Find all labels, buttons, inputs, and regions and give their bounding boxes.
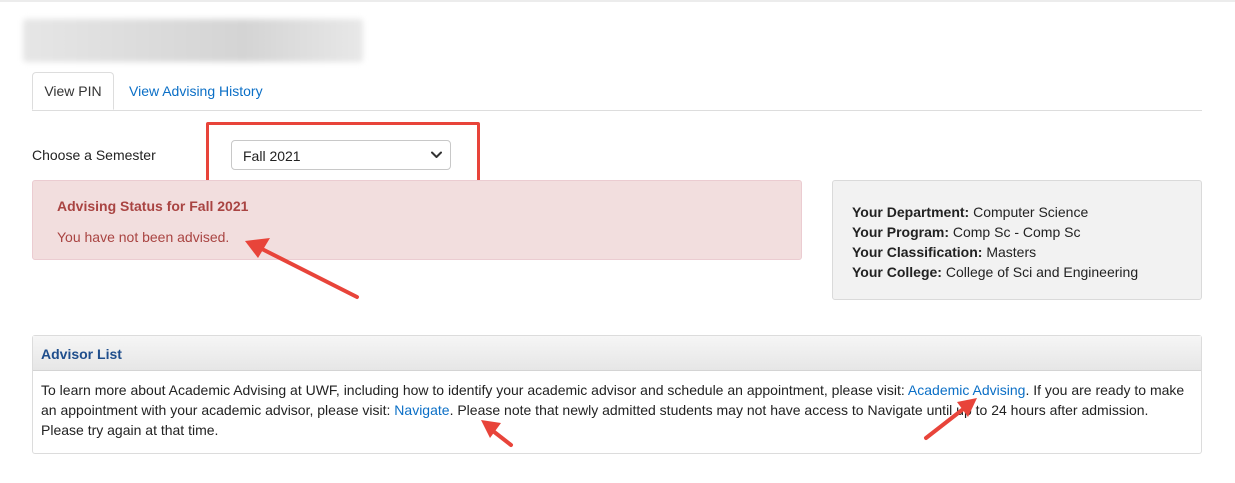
department-label: Your Department: [852, 204, 970, 220]
blurred-student-name [23, 19, 363, 62]
student-info-box: Your Department: Computer Science Your P… [832, 180, 1202, 300]
classification-label: Your Classification: [852, 244, 983, 260]
program-row: Your Program: Comp Sc - Comp Sc [852, 222, 1201, 242]
top-divider [0, 0, 1235, 2]
classification-value: Masters [986, 244, 1037, 260]
tab-view-pin[interactable]: View PIN [32, 72, 114, 110]
program-label: Your Program: [852, 224, 949, 240]
college-value: College of Sci and Engineering [945, 264, 1139, 280]
navigate-link[interactable]: Navigate [394, 402, 449, 418]
college-label: Your College: [852, 264, 942, 280]
annotation-highlight-box [206, 122, 480, 188]
advising-status-alert: Advising Status for Fall 2021 You have n… [32, 180, 802, 260]
advisor-list-text: To learn more about Academic Advising at… [41, 380, 1191, 440]
classification-row: Your Classification: Masters [852, 242, 1201, 262]
advisor-list-header: Advisor List [33, 336, 1201, 371]
department-row: Your Department: Computer Science [852, 202, 1201, 222]
advisor-list-panel: Advisor List To learn more about Academi… [32, 335, 1202, 454]
academic-advising-link[interactable]: Academic Advising [908, 382, 1026, 398]
semester-label: Choose a Semester [32, 147, 156, 163]
advisor-text-part1: To learn more about Academic Advising at… [41, 382, 908, 398]
department-value: Computer Science [973, 204, 1089, 220]
alert-title: Advising Status for Fall 2021 [57, 198, 249, 214]
tab-view-advising-history[interactable]: View Advising History [129, 72, 263, 110]
tab-bar: View PIN View Advising History [32, 72, 1202, 111]
alert-message: You have not been advised. [57, 229, 230, 245]
college-row: Your College: College of Sci and Enginee… [852, 262, 1201, 282]
advisor-list-title: Advisor List [41, 346, 122, 362]
program-value: Comp Sc - Comp Sc [952, 224, 1081, 240]
